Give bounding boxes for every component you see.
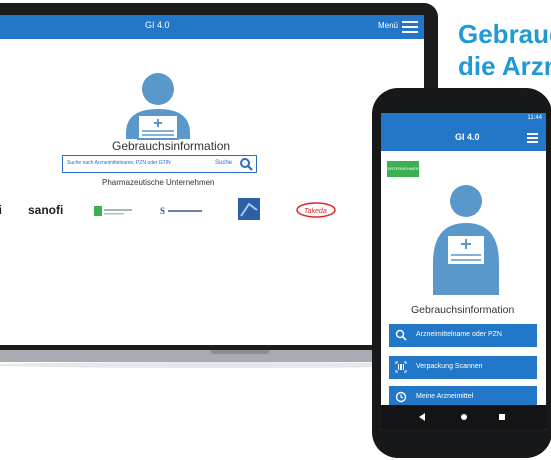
barcode-icon bbox=[395, 361, 407, 373]
phone-app-title: GI 4.0 bbox=[455, 132, 480, 142]
phone-screen: 11:44 GI 4.0 UNTERNEHMEN Gebrauchsinform… bbox=[381, 113, 546, 430]
nav-recent-apps-icon[interactable] bbox=[499, 414, 505, 420]
hamburger-menu-icon[interactable] bbox=[402, 21, 418, 33]
company-badge[interactable]: UNTERNEHMEN bbox=[387, 161, 419, 177]
laptop-screen: GI 4.0 Menü Gebrauchsinformation Suche n… bbox=[0, 15, 424, 345]
laptop-gi-label: Gebrauchsinformation bbox=[112, 139, 231, 153]
search-medicine-label: Arzneimittelname oder PZN bbox=[416, 331, 502, 338]
logo-sanofi[interactable]: sanofi bbox=[28, 203, 63, 217]
phone-status-time: 11:44 bbox=[527, 115, 542, 121]
scan-package-button[interactable]: Verpackung Scannen bbox=[389, 356, 537, 379]
logo-sanofi-cropped[interactable]: nofi bbox=[0, 203, 2, 217]
laptop-search-box[interactable]: Suche nach Arzneimittelname, PZN oder GT… bbox=[62, 155, 257, 173]
pharma-logo-row: nofi sanofi S Takeda bbox=[0, 196, 424, 226]
search-icon bbox=[395, 329, 407, 341]
phone-appbar: GI 4.0 bbox=[381, 125, 546, 151]
search-icon[interactable] bbox=[239, 157, 253, 171]
laptop-app-title: GI 4.0 bbox=[145, 20, 170, 30]
search-medicine-button[interactable]: Arzneimittelname oder PZN bbox=[389, 324, 537, 347]
nav-home-icon[interactable] bbox=[461, 414, 467, 420]
logo-winthrop[interactable] bbox=[94, 204, 134, 218]
patient-reading-leaflet-icon bbox=[433, 185, 499, 295]
laptop-search-input[interactable]: Suche nach Arzneimittelname, PZN oder GT… bbox=[67, 160, 171, 166]
logo-partner[interactable] bbox=[238, 198, 260, 220]
phone-gi-label: Gebrauchsinformation bbox=[411, 304, 515, 316]
clock-icon bbox=[395, 391, 407, 403]
phone-statusbar: 11:44 bbox=[381, 113, 546, 125]
svg-text:S: S bbox=[160, 206, 165, 216]
laptop-menu-label[interactable]: Menü bbox=[378, 21, 398, 30]
laptop-topbar: GI 4.0 Menü bbox=[0, 15, 424, 39]
nav-back-icon[interactable] bbox=[419, 413, 425, 421]
my-medicines-label: Meine Arzneimittel bbox=[416, 393, 474, 400]
headline: Gebrauchsinformation die Arzneimittel bbox=[458, 18, 551, 82]
logo-takeda[interactable]: Takeda bbox=[296, 202, 336, 218]
scan-package-label: Verpackung Scannen bbox=[416, 363, 483, 370]
android-nav-bar bbox=[381, 405, 546, 430]
svg-text:Takeda: Takeda bbox=[304, 208, 327, 215]
headline-line-1: Gebrauchsinformation bbox=[458, 19, 551, 49]
laptop-base-notch bbox=[210, 350, 270, 354]
hamburger-menu-icon[interactable] bbox=[527, 133, 538, 143]
laptop-search-button-label[interactable]: Suche bbox=[215, 160, 232, 166]
headline-line-2: die Arzneimittel bbox=[458, 51, 551, 81]
pharma-companies-label: Pharmazeutische Unternehmen bbox=[102, 178, 215, 187]
logo-stadapharm[interactable]: S bbox=[160, 204, 204, 218]
